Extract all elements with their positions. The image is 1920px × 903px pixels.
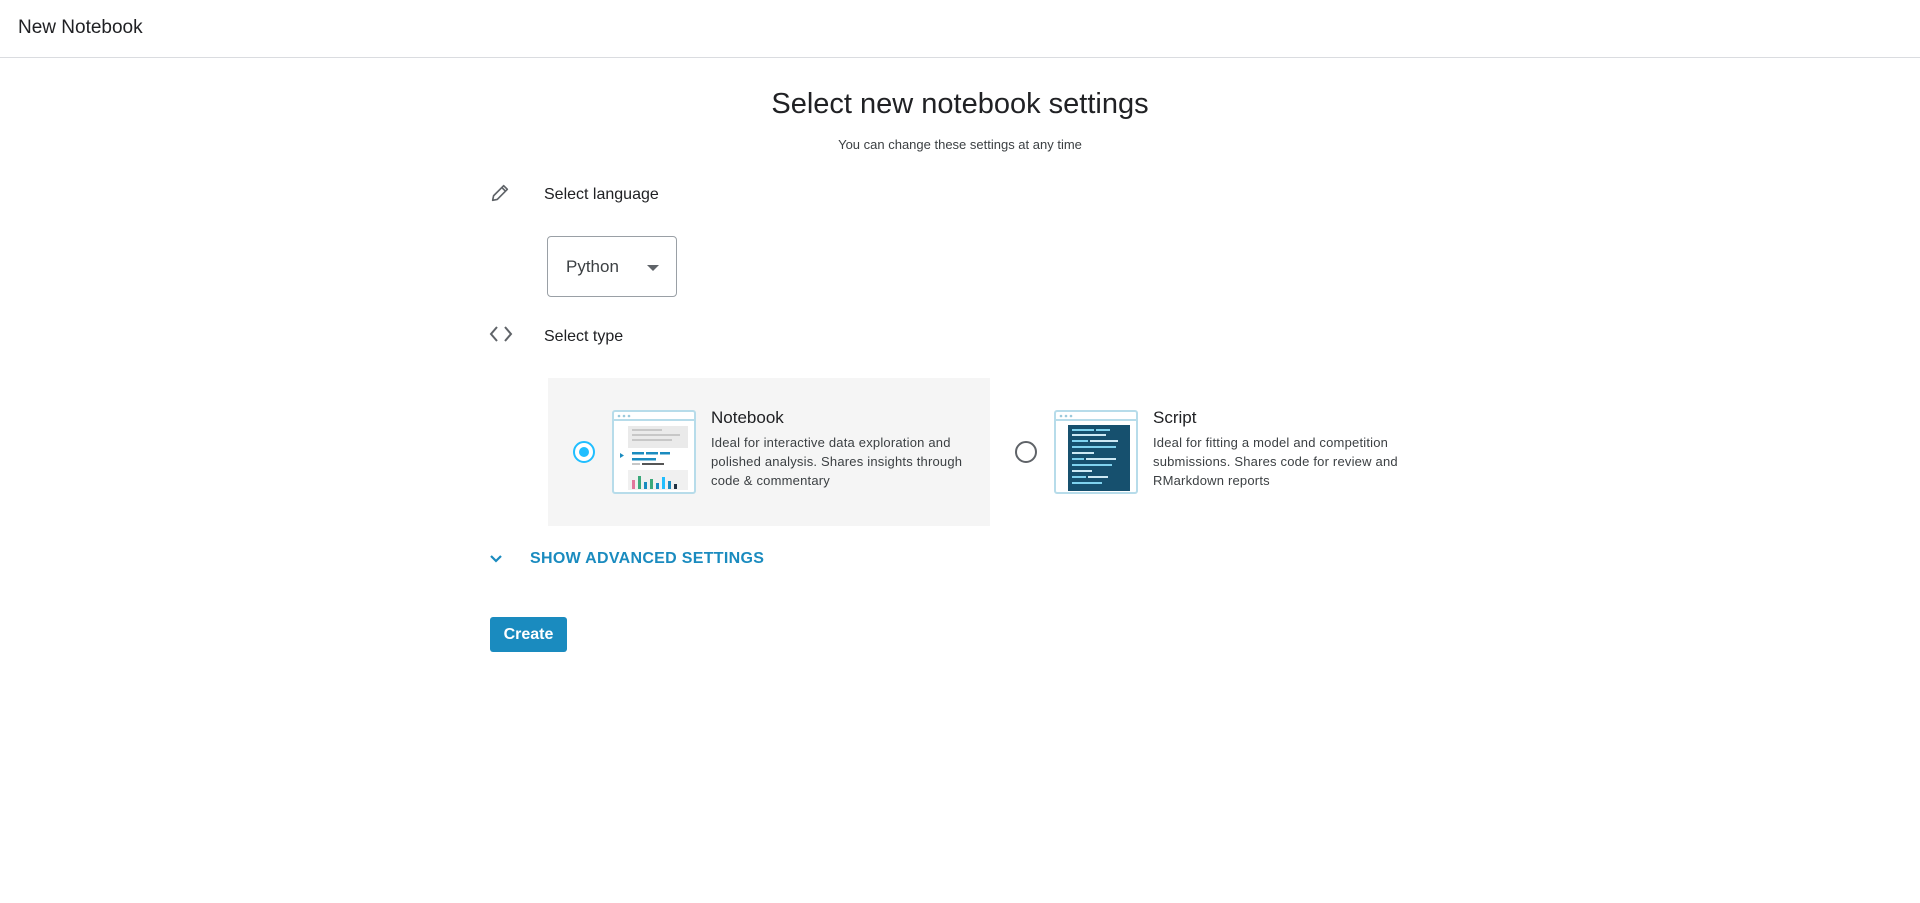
script-title: Script [1153, 408, 1197, 427]
script-description: Ideal for fitting a model and competitio… [1153, 435, 1398, 488]
type-option-notebook[interactable]: Notebook Ideal for interactive data expl… [548, 378, 990, 526]
notebook-thumbnail-icon [612, 410, 696, 494]
settings-heading: Select new notebook settings [771, 88, 1149, 120]
language-select[interactable]: Python [547, 236, 677, 297]
dropdown-caret-icon [647, 265, 659, 271]
notebook-radio[interactable] [573, 441, 595, 463]
notebook-description: Ideal for interactive data exploration a… [711, 435, 963, 488]
pencil-icon [489, 182, 511, 209]
create-button[interactable]: Create [490, 617, 567, 652]
settings-subheading: You can change these settings at any tim… [838, 137, 1082, 152]
notebook-title: Notebook [711, 408, 784, 427]
script-thumbnail-icon [1054, 410, 1138, 494]
script-radio[interactable] [1015, 441, 1037, 463]
select-language-label: Select language [544, 186, 659, 203]
chevron-down-icon [487, 550, 505, 573]
show-advanced-settings-label: SHOW ADVANCED SETTINGS [530, 550, 765, 567]
top-bar: New Notebook [0, 0, 1920, 58]
type-option-script[interactable]: Script Ideal for fitting a model and com… [990, 378, 1432, 526]
language-select-value: Python [566, 257, 619, 276]
select-type-label: Select type [544, 328, 624, 345]
code-brackets-icon [489, 324, 513, 349]
page-title: New Notebook [18, 17, 143, 38]
